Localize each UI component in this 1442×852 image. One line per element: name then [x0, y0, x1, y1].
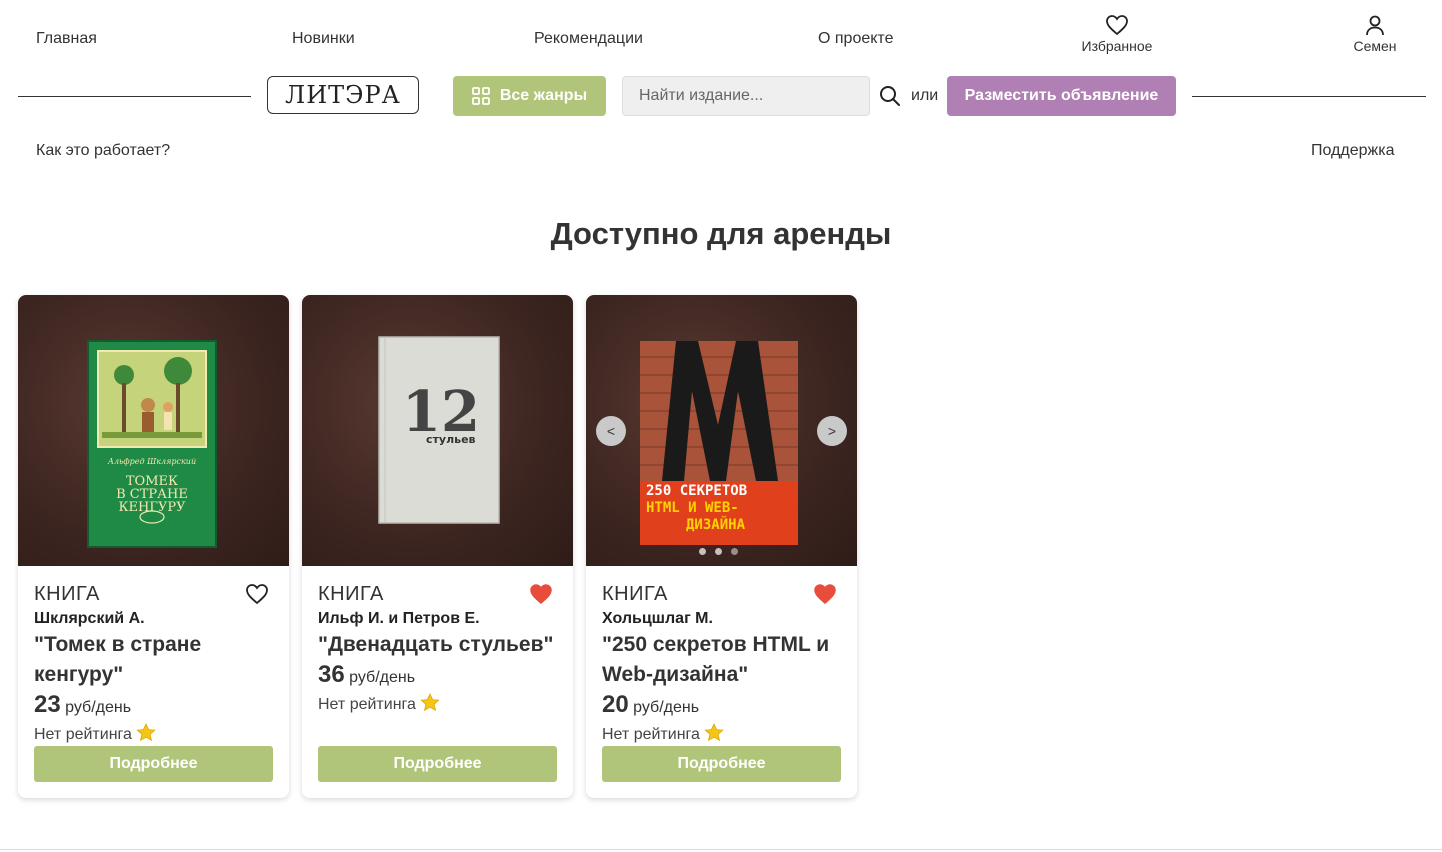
how-it-works-link[interactable]: Как это работает?	[36, 142, 170, 160]
all-genres-button[interactable]: Все жанры	[453, 76, 606, 116]
book-title: "Двенадцать стульев"	[318, 633, 554, 656]
all-genres-label: Все жанры	[499, 87, 588, 104]
user-icon	[1366, 15, 1384, 36]
book-author: Ильф И. и Петров Е.	[318, 610, 480, 627]
details-button[interactable]: Подробнее	[602, 746, 841, 782]
carousel-dots	[699, 548, 738, 555]
top-navigation: Главная Новинки Рекомендации О проекте И…	[0, 0, 1442, 70]
cover-subtitle: стульев	[426, 433, 476, 446]
card-body: КНИГА Хольцшлаг М. "250 секретов HTML и …	[602, 582, 841, 746]
book-author: Шклярский А.	[34, 610, 145, 627]
book-category: КНИГА	[34, 583, 100, 605]
star-icon	[704, 723, 725, 742]
carousel-prev-button[interactable]: <	[596, 416, 626, 446]
book-category: КНИГА	[602, 583, 668, 605]
nav-home-link[interactable]: Главная	[36, 30, 97, 48]
nav-recommendations-link[interactable]: Рекомендации	[534, 30, 643, 48]
book-title: "Томек в стране кенгуру"	[34, 633, 202, 686]
post-ad-button[interactable]: Разместить объявление	[947, 76, 1176, 116]
book-category: КНИГА	[318, 583, 384, 605]
footer-divider	[0, 849, 1442, 850]
book-cover-image[interactable]: 12 стульев	[302, 295, 573, 566]
cover-title-line: HTML И WEB-	[646, 500, 739, 516]
book-cover-image[interactable]: Альфред Шклярский ТОМЕК В СТРАНЕ КЕНГУРУ	[18, 295, 289, 566]
nav-new-link[interactable]: Новинки	[292, 30, 355, 48]
book-rating: Нет рейтинга	[34, 723, 273, 746]
nav-user[interactable]: Семен	[1325, 14, 1425, 54]
header-divider-right	[1192, 96, 1426, 97]
support-link[interactable]: Поддержка	[1311, 142, 1394, 160]
star-icon	[136, 723, 157, 742]
search-icon[interactable]	[879, 85, 901, 107]
heart-icon	[1106, 15, 1128, 36]
or-label: или	[911, 87, 939, 104]
book-card[interactable]: 250 СЕКРЕТОВ HTML И WEB- ДИЗАЙНА < > КНИ…	[586, 295, 857, 798]
site-logo[interactable]: ЛИТЭРА	[267, 76, 419, 114]
star-icon	[420, 693, 441, 712]
price-unit: руб/день	[65, 699, 132, 716]
search-input[interactable]	[622, 76, 870, 116]
book-price: 36 руб/день	[318, 660, 557, 693]
carousel-dot[interactable]	[715, 548, 722, 555]
book-rating: Нет рейтинга	[318, 693, 557, 716]
price-value: 23	[34, 691, 61, 718]
details-button[interactable]: Подробнее	[318, 746, 557, 782]
card-body: КНИГА Шклярский А. "Томек в стране кенгу…	[34, 582, 273, 746]
header-divider-left	[18, 96, 251, 97]
book-author: Хольцшлаг М.	[602, 610, 713, 627]
book-title: "250 секретов HTML и Web-дизайна"	[602, 633, 830, 686]
price-value: 20	[602, 691, 629, 718]
cover-title: 250 СЕКРЕТОВ HTML И WEB- ДИЗАЙНА	[646, 483, 796, 534]
cover-title-line: 250 СЕКРЕТОВ	[646, 483, 748, 499]
rating-label: Нет рейтинга	[318, 696, 416, 713]
price-unit: руб/день	[349, 669, 416, 686]
nav-favorites-label: Избранное	[1081, 38, 1153, 54]
grid-icon	[471, 87, 490, 105]
carousel-dot[interactable]	[699, 548, 706, 555]
card-body: КНИГА Ильф И. и Петров Е. "Двенадцать ст…	[318, 582, 557, 716]
cover-emblem	[139, 510, 165, 524]
section-title: Доступно для аренды	[550, 216, 892, 251]
nav-user-label: Семен	[1353, 38, 1397, 54]
carousel-next-button[interactable]: >	[817, 416, 847, 446]
price-value: 36	[318, 661, 345, 688]
rating-label: Нет рейтинга	[34, 726, 132, 743]
details-button[interactable]: Подробнее	[34, 746, 273, 782]
cover-title-line: ДИЗАЙНА	[686, 517, 746, 533]
book-cover-image[interactable]: 250 СЕКРЕТОВ HTML И WEB- ДИЗАЙНА < >	[586, 295, 857, 566]
book-price: 20 руб/день	[602, 690, 841, 723]
nav-favorites[interactable]: Избранное	[1067, 14, 1167, 54]
carousel-dot[interactable]	[731, 548, 738, 555]
rating-label: Нет рейтинга	[602, 726, 700, 743]
book-price: 23 руб/день	[34, 690, 273, 723]
nav-about-link[interactable]: О проекте	[818, 30, 893, 48]
book-card[interactable]: Альфред Шклярский ТОМЕК В СТРАНЕ КЕНГУРУ…	[18, 295, 289, 798]
book-card[interactable]: 12 стульев КНИГА Ильф И. и Петров Е. "Дв…	[302, 295, 573, 798]
book-rating: Нет рейтинга	[602, 723, 841, 746]
price-unit: руб/день	[633, 699, 700, 716]
